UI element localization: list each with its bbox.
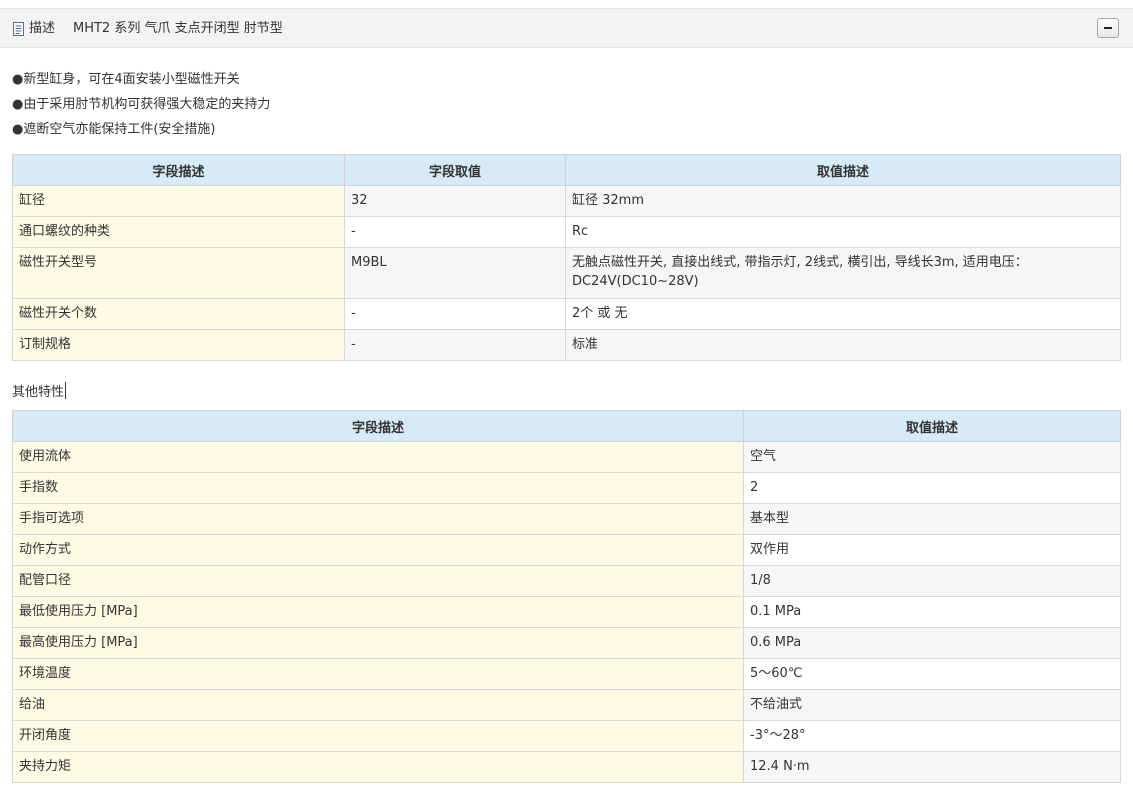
description-panel-header[interactable]: 描述 MHT2 系列 气爪 支点开闭型 肘节型: [0, 8, 1133, 48]
property-name-cell: 最高使用压力 [MPa]: [12, 627, 744, 659]
table-row: 通口螺纹的种类 - Rc: [12, 216, 1121, 248]
property-value-cell: 空气: [743, 441, 1121, 473]
table-row: 给油 不给油式: [12, 689, 1121, 721]
table-row: 最低使用压力 [MPa] 0.1 MPa: [12, 596, 1121, 628]
field-name-cell: 订制规格: [12, 329, 345, 361]
column-header: 取值描述: [743, 410, 1121, 442]
field-value-cell: -: [344, 298, 566, 330]
table-row: 环境温度 5～60℃: [12, 658, 1121, 690]
column-header: 取值描述: [565, 154, 1121, 186]
property-name-cell: 环境温度: [12, 658, 744, 690]
feature-item: ●新型缸身，可在4面安装小型磁性开关: [12, 72, 240, 87]
property-value-cell: -3°～28°: [743, 720, 1121, 752]
property-value-cell: 1/8: [743, 565, 1121, 597]
property-value-cell: 双作用: [743, 534, 1121, 566]
property-name-cell: 手指可选项: [12, 503, 744, 535]
value-description-cell: 标准: [565, 329, 1121, 361]
table-header-row: 字段描述 字段取值 取值描述: [12, 154, 1121, 186]
property-name-cell: 配管口径: [12, 565, 744, 597]
column-header: 字段描述: [12, 154, 345, 186]
table-row: 夹持力矩 12.4 N·m: [12, 751, 1121, 783]
value-description-cell: 无触点磁性开关, 直接出线式, 带指示灯, 2线式, 横引出, 导线长3m, 适…: [565, 247, 1121, 299]
property-name-cell: 动作方式: [12, 534, 744, 566]
minus-icon: [1104, 27, 1112, 29]
section-title: 其他特性: [12, 382, 67, 402]
property-value-cell: 不给油式: [743, 689, 1121, 721]
other-properties-table: 字段描述 取值描述 使用流体 空气 手指数 2 手指可选项 基本型 动作方式 双…: [12, 410, 1121, 783]
property-value-cell: 12.4 N·m: [743, 751, 1121, 783]
table-row: 磁性开关个数 - 2个 或 无: [12, 298, 1121, 330]
table-row: 缸径 32 缸径 32mm: [12, 185, 1121, 217]
configuration-table: 字段描述 字段取值 取值描述 缸径 32 缸径 32mm 通口螺纹的种类 - R…: [12, 154, 1121, 361]
product-title: MHT2 系列 气爪 支点开闭型 肘节型: [73, 21, 283, 36]
property-name-cell: 最低使用压力 [MPa]: [12, 596, 744, 628]
property-name-cell: 开闭角度: [12, 720, 744, 752]
field-name-cell: 磁性开关个数: [12, 298, 345, 330]
collapse-button[interactable]: [1097, 18, 1119, 38]
property-name-cell: 手指数: [12, 472, 744, 504]
value-description-cell: 2个 或 无: [565, 298, 1121, 330]
property-value-cell: 5～60℃: [743, 658, 1121, 690]
panel-label: 描述: [29, 21, 56, 36]
field-value-cell: -: [344, 329, 566, 361]
field-value-cell: 32: [344, 185, 566, 217]
value-description-cell: Rc: [565, 216, 1121, 248]
feature-item: ●由于采用肘节机构可获得强大稳定的夹持力: [12, 97, 271, 112]
column-header: 字段取值: [344, 154, 566, 186]
property-name-cell: 给油: [12, 689, 744, 721]
feature-item: ●遮断空气亦能保持工件(安全措施): [12, 122, 216, 137]
field-name-cell: 通口螺纹的种类: [12, 216, 345, 248]
property-value-cell: 0.1 MPa: [743, 596, 1121, 628]
page: 描述 MHT2 系列 气爪 支点开闭型 肘节型 ●新型缸身，可在4面安装小型磁性…: [0, 0, 1133, 790]
property-value-cell: 基本型: [743, 503, 1121, 535]
table-row: 使用流体 空气: [12, 441, 1121, 473]
field-value-cell: -: [344, 216, 566, 248]
table-row: 最高使用压力 [MPa] 0.6 MPa: [12, 627, 1121, 659]
table-row: 动作方式 双作用: [12, 534, 1121, 566]
section-title-text: 其他特性: [12, 385, 65, 400]
text-cursor: [65, 382, 67, 399]
table-row: 手指数 2: [12, 472, 1121, 504]
column-header: 字段描述: [12, 410, 744, 442]
table-row: 配管口径 1/8: [12, 565, 1121, 597]
field-value-cell: M9BL: [344, 247, 566, 299]
table-row: 开闭角度 -3°～28°: [12, 720, 1121, 752]
table-row: 手指可选项 基本型: [12, 503, 1121, 535]
field-name-cell: 磁性开关型号: [12, 247, 345, 299]
document-icon: [13, 22, 24, 36]
value-description-cell: 缸径 32mm: [565, 185, 1121, 217]
property-value-cell: 2: [743, 472, 1121, 504]
table-row: 磁性开关型号 M9BL 无触点磁性开关, 直接出线式, 带指示灯, 2线式, 横…: [12, 247, 1121, 299]
property-value-cell: 0.6 MPa: [743, 627, 1121, 659]
feature-list: ●新型缸身，可在4面安装小型磁性开关 ●由于采用肘节机构可获得强大稳定的夹持力 …: [12, 67, 270, 142]
table-row: 订制规格 - 标准: [12, 329, 1121, 361]
table-header-row: 字段描述 取值描述: [12, 410, 1121, 442]
property-name-cell: 夹持力矩: [12, 751, 744, 783]
field-name-cell: 缸径: [12, 185, 345, 217]
property-name-cell: 使用流体: [12, 441, 744, 473]
